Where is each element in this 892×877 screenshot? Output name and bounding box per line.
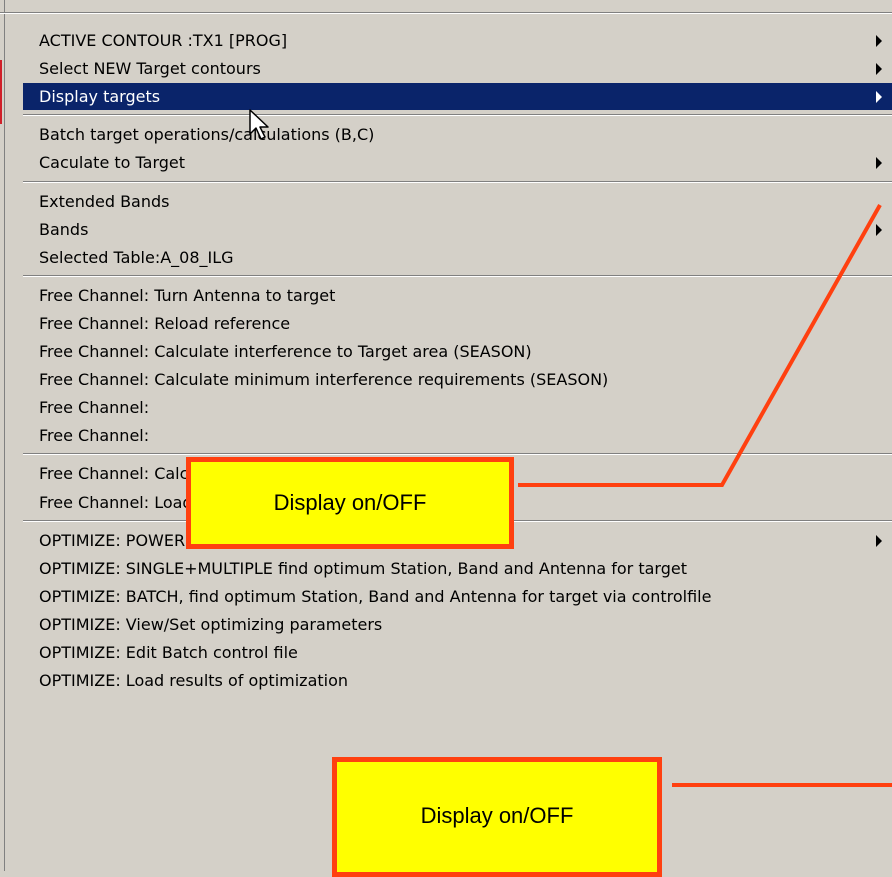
left-window-edge	[0, 0, 5, 871]
callout-label: Display on/OFF	[420, 803, 574, 828]
menu-item[interactable]: Free Channel:	[23, 422, 892, 449]
menu-item[interactable]: OPTIMIZE: Edit Batch control file	[23, 639, 892, 666]
display-toggle-callout-bottom: Display on/OFF	[332, 757, 662, 877]
menu-item[interactable]: OPTIMIZE: Load results of optimization	[23, 667, 892, 694]
menu-item-label: Caculate to Target	[39, 153, 186, 173]
menu-separator	[23, 180, 892, 183]
menu-item-label: Free Channel: Turn Antenna to target	[39, 285, 336, 305]
menu-item[interactable]: OPTIMIZE: SINGLE+MULTIPLE find optimum S…	[23, 555, 892, 582]
menu-item[interactable]: OPTIMIZE: BATCH, find optimum Station, B…	[23, 583, 892, 610]
submenu-arrow-icon	[876, 91, 882, 104]
submenu-arrow-icon	[876, 157, 882, 170]
submenu-arrow-icon	[876, 534, 882, 547]
menu-item[interactable]: Extended Bands	[23, 188, 892, 215]
menu-item-label: OPTIMIZE: Edit Batch control file	[39, 643, 298, 662]
menu-item-label: Free Channel: Calculate minimum interfer…	[39, 370, 609, 390]
callout-label: Display on/OFF	[273, 490, 427, 515]
arrow-cursor-icon	[249, 109, 269, 140]
menu-item-label: Selected Table:A_08_ILG	[39, 247, 234, 267]
menu-item[interactable]: Selected Table:A_08_ILG	[23, 244, 892, 271]
menu-item[interactable]: OPTIMIZE: View/Set optimizing parameters	[23, 611, 892, 638]
menu-item-label: Extended Bands	[39, 191, 170, 211]
menu-item-label: OPTIMIZE: SINGLE+MULTIPLE find optimum S…	[39, 558, 687, 578]
display-toggle-callout-top: Display on/OFF	[186, 457, 514, 549]
menu-item-label: OPTIMIZE: View/Set optimizing parameters	[39, 614, 383, 634]
submenu-arrow-icon	[876, 63, 882, 76]
menu-item[interactable]: Free Channel: Turn Antenna to target	[23, 282, 892, 309]
menu-item[interactable]: Batch target operations/calculations (B,…	[23, 121, 892, 148]
menu-item-label: OPTIMIZE: BATCH, find optimum Station, B…	[39, 586, 712, 606]
menu-item-label: Batch target operations/calculations (B,…	[39, 125, 375, 145]
menu-item[interactable]: Select NEW Target contours	[23, 55, 892, 82]
context-menu: ACTIVE CONTOUR :TX1 [PROG] Select NEW Tar…	[7, 0, 892, 871]
menu-item-label: OPTIMIZE: POWER	[39, 530, 186, 550]
menu-separator	[23, 274, 892, 277]
menu-item-label: Bands	[39, 219, 89, 239]
menu-separator	[23, 453, 892, 456]
menu-item[interactable]: Free Channel: Calculate interference to …	[23, 338, 892, 365]
menu-item-label: Free Channel:	[39, 426, 150, 446]
menu-item[interactable]: Free Channel: Calculate minimum interfer…	[23, 366, 892, 393]
menu-separator	[23, 114, 892, 117]
menu-item[interactable]: Caculate to Target	[23, 149, 892, 176]
menu-item-label: Free Channel: Reload reference	[39, 313, 291, 333]
menu-item[interactable]: ACTIVE CONTOUR :TX1 [PROG]	[23, 27, 892, 54]
menu-item-label: OPTIMIZE: Load results of optimization	[39, 671, 349, 691]
menu-item-label: ACTIVE CONTOUR :TX1 [PROG]	[39, 31, 288, 50]
menu-item[interactable]: Bands	[23, 216, 892, 243]
menu-item-label: Display targets	[39, 87, 161, 107]
menu-item-label: Free Channel:	[39, 398, 150, 418]
submenu-arrow-icon	[876, 223, 882, 236]
background-red-edge	[0, 60, 2, 124]
submenu-arrow-icon	[876, 35, 882, 47]
menu-item[interactable]: Free Channel:	[23, 394, 892, 421]
menu-item[interactable]: Display targets	[23, 83, 892, 111]
menu-item-label: Select NEW Target contours	[39, 59, 261, 79]
menu-item-label: Free Channel: Calculate interference to …	[39, 342, 532, 361]
menu-item[interactable]: Free Channel: Reload reference	[23, 310, 892, 337]
